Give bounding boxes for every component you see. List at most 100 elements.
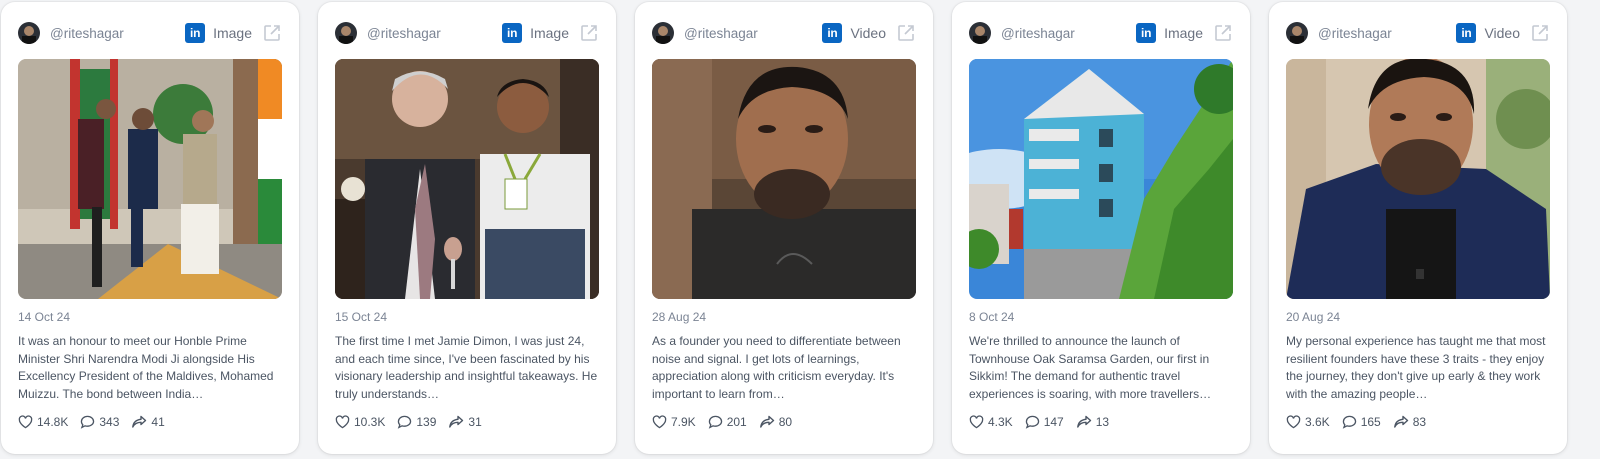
author-handle[interactable]: @riteshagar — [50, 26, 185, 41]
comments-stat[interactable]: 201 — [708, 415, 747, 429]
share-icon — [759, 415, 774, 428]
comments-count: 165 — [1360, 415, 1381, 429]
comment-icon — [1025, 415, 1039, 429]
heart-icon — [969, 415, 984, 429]
share-icon — [1393, 415, 1408, 428]
comment-icon — [708, 415, 722, 429]
comment-icon — [398, 415, 412, 429]
post-date: 14 Oct 24 — [18, 310, 71, 324]
shares-count: 31 — [468, 415, 482, 429]
comments-stat[interactable]: 165 — [1342, 415, 1381, 429]
avatar[interactable] — [1286, 22, 1308, 44]
post-date: 28 Aug 24 — [652, 310, 707, 324]
post-image[interactable] — [335, 59, 599, 299]
avatar[interactable] — [969, 22, 991, 44]
linkedin-icon: in — [185, 23, 206, 43]
post-text[interactable]: As a founder you need to differentiate b… — [652, 333, 916, 403]
shares-stat[interactable]: 41 — [131, 415, 165, 429]
engagement-stats: 4.3K 147 13 — [969, 415, 1121, 429]
engagement-stats: 3.6K 165 83 — [1286, 415, 1438, 429]
avatar[interactable] — [18, 22, 40, 44]
shares-stat[interactable]: 13 — [1076, 415, 1109, 429]
post-card[interactable]: @riteshagar in Image — [952, 2, 1250, 454]
shares-count: 83 — [1412, 415, 1427, 429]
external-link-icon[interactable] — [1213, 23, 1233, 43]
post-date: 20 Aug 24 — [1286, 310, 1341, 324]
comments-count: 139 — [416, 415, 437, 429]
video-thumbnail[interactable] — [652, 59, 916, 299]
author-handle[interactable]: @riteshagar — [684, 26, 822, 41]
card-header: @riteshagar in Image — [18, 20, 282, 46]
comment-icon — [1342, 415, 1356, 429]
comments-count: 343 — [99, 415, 120, 429]
video-thumbnail[interactable] — [1286, 59, 1550, 299]
engagement-stats: 10.3K 139 31 — [335, 415, 494, 429]
post-text[interactable]: We're thrilled to announce the launch of… — [969, 333, 1233, 403]
post-text[interactable]: The first time I met Jamie Dimon, I was … — [335, 333, 599, 403]
shares-stat[interactable]: 31 — [448, 415, 482, 429]
engagement-stats: 7.9K 201 80 — [652, 415, 804, 429]
comments-count: 147 — [1043, 415, 1064, 429]
shares-stat[interactable]: 83 — [1393, 415, 1426, 429]
share-icon — [1076, 415, 1091, 428]
linkedin-icon: in — [1456, 23, 1477, 43]
heart-icon — [335, 415, 350, 429]
author-handle[interactable]: @riteshagar — [367, 26, 502, 41]
card-header: @riteshagar in Video — [1286, 20, 1550, 46]
post-image[interactable] — [18, 59, 282, 299]
media-type-label: Video — [1484, 25, 1520, 41]
post-card[interactable]: @riteshagar in Video 28 Aug 24 As a foun… — [635, 2, 933, 454]
comments-stat[interactable]: 147 — [1025, 415, 1064, 429]
card-header: @riteshagar in Image — [335, 20, 599, 46]
card-header: @riteshagar in Video — [652, 20, 916, 46]
post-card[interactable]: @riteshagar in Image — [318, 2, 616, 454]
comments-stat[interactable]: 343 — [80, 415, 119, 429]
likes-stat[interactable]: 3.6K — [1286, 415, 1330, 429]
engagement-stats: 14.8K 343 41 — [18, 415, 177, 429]
avatar[interactable] — [335, 22, 357, 44]
post-grid: @riteshagar in Image 14 Oct 24 It was an… — [0, 0, 1600, 459]
avatar[interactable] — [652, 22, 674, 44]
likes-count: 14.8K — [37, 415, 69, 429]
likes-stat[interactable]: 7.9K — [652, 415, 696, 429]
card-header: @riteshagar in Image — [969, 20, 1233, 46]
comments-count: 201 — [726, 415, 747, 429]
comment-icon — [81, 415, 95, 429]
external-link-icon[interactable] — [1530, 23, 1550, 43]
shares-stat[interactable]: 80 — [759, 415, 792, 429]
likes-count: 7.9K — [671, 415, 696, 429]
comments-stat[interactable]: 139 — [397, 415, 436, 429]
likes-count: 10.3K — [354, 415, 386, 429]
external-link-icon[interactable] — [262, 23, 282, 43]
shares-count: 41 — [151, 415, 165, 429]
media-type-label: Image — [1164, 25, 1203, 41]
likes-count: 3.6K — [1305, 415, 1330, 429]
likes-stat[interactable]: 14.8K — [18, 415, 68, 429]
post-image[interactable] — [969, 59, 1233, 299]
share-icon — [132, 415, 147, 428]
media-type-label: Video — [850, 25, 886, 41]
post-card[interactable]: @riteshagar in Video 20 Aug 24 My person… — [1269, 2, 1567, 454]
post-date: 15 Oct 24 — [335, 310, 388, 324]
heart-icon — [652, 415, 667, 429]
post-date: 8 Oct 24 — [969, 310, 1015, 324]
shares-count: 13 — [1095, 415, 1110, 429]
likes-stat[interactable]: 10.3K — [335, 415, 385, 429]
likes-count: 4.3K — [988, 415, 1013, 429]
media-type-label: Image — [213, 25, 252, 41]
external-link-icon[interactable] — [896, 23, 916, 43]
post-text[interactable]: It was an honour to meet our Honble Prim… — [18, 333, 282, 403]
share-icon — [449, 415, 464, 428]
external-link-icon[interactable] — [579, 23, 599, 43]
author-handle[interactable]: @riteshagar — [1001, 26, 1136, 41]
post-card[interactable]: @riteshagar in Image — [1, 2, 299, 454]
media-type-label: Image — [530, 25, 569, 41]
post-text[interactable]: My personal experience has taught me tha… — [1286, 333, 1550, 403]
linkedin-icon: in — [822, 23, 843, 43]
linkedin-icon: in — [502, 23, 523, 43]
heart-icon — [1286, 415, 1301, 429]
author-handle[interactable]: @riteshagar — [1318, 26, 1456, 41]
linkedin-icon: in — [1136, 23, 1157, 43]
likes-stat[interactable]: 4.3K — [969, 415, 1013, 429]
heart-icon — [18, 415, 33, 429]
